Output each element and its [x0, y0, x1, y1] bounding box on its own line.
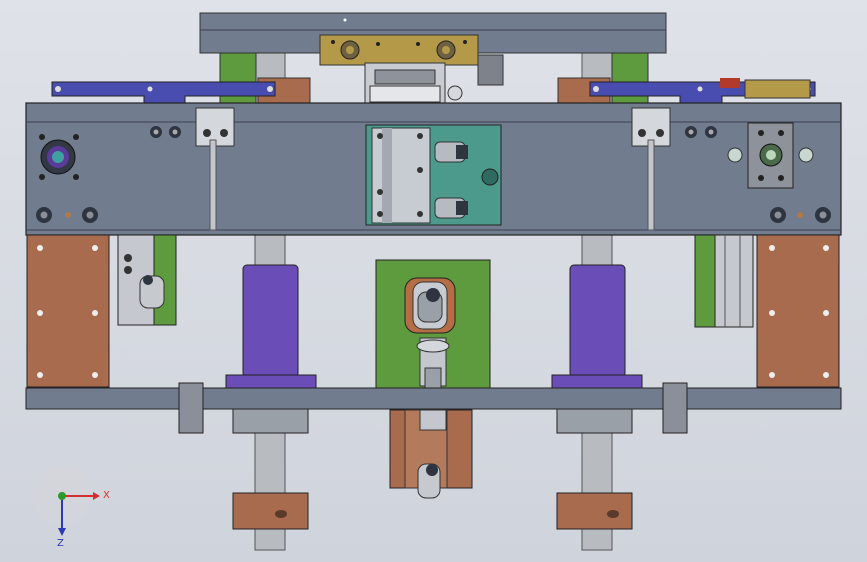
coordinate-triad: X Z [32, 466, 110, 549]
z-axis-label: Z [57, 538, 64, 549]
grey-block-top-right[interactable] [477, 54, 504, 86]
purple-cylinder-right[interactable] [569, 264, 626, 378]
purple-cylinder-left[interactable] [242, 264, 299, 378]
bottom-clamp-right[interactable] [556, 492, 633, 530]
bottom-plate[interactable] [25, 387, 842, 410]
bottom-clamp-left[interactable] [232, 492, 309, 530]
assembly-drawing[interactable]: X Z [0, 0, 867, 562]
x-axis-label: X [103, 490, 110, 501]
cad-viewport[interactable]: X Z [0, 0, 867, 562]
